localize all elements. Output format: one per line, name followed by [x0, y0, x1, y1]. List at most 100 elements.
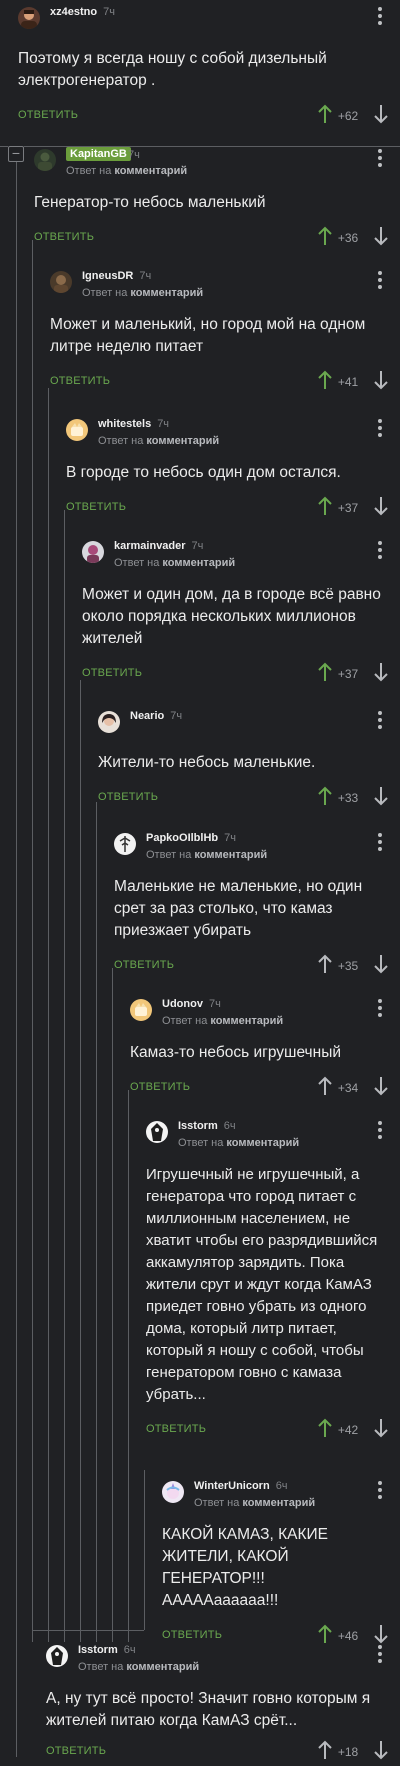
thread-line[interactable] — [96, 802, 97, 1642]
user-avatar-icon[interactable] — [50, 271, 72, 293]
downvote-icon[interactable] — [374, 954, 388, 974]
comment-text: А, ну тут всё просто! Значит говно котор… — [46, 1690, 371, 1729]
more-options-icon[interactable] — [378, 1121, 382, 1139]
comment-author[interactable]: xz4estno 7ч — [50, 6, 115, 18]
comment-time: 6ч — [223, 1120, 236, 1132]
more-options-icon[interactable] — [378, 1481, 382, 1499]
user-avatar-icon[interactable] — [66, 419, 88, 441]
comment-author[interactable]: Neario 7ч — [130, 710, 182, 722]
more-options-icon[interactable] — [378, 541, 382, 559]
upvote-icon[interactable] — [318, 662, 332, 682]
thread-line[interactable] — [144, 1470, 145, 1630]
reply-button[interactable]: ОТВЕТИТЬ — [98, 791, 158, 803]
user-avatar-icon[interactable] — [18, 7, 40, 29]
comment-author[interactable]: karmainvader 7ч — [114, 540, 203, 552]
reply-to-link[interactable]: Ответ на комментарий — [82, 287, 203, 299]
reply-to-link[interactable]: Ответ на комментарий — [146, 849, 267, 861]
more-options-icon[interactable] — [378, 711, 382, 729]
comment-text: Может и маленький, но город мой на одном… — [50, 316, 366, 355]
thread-line[interactable] — [64, 510, 65, 1642]
comment-score: +34 — [337, 1081, 359, 1095]
thread-line[interactable] — [112, 968, 113, 1642]
downvote-icon[interactable] — [374, 1076, 388, 1096]
user-avatar-icon[interactable] — [146, 1121, 168, 1143]
reply-to-link[interactable]: Ответ на комментарий — [162, 1015, 283, 1027]
reply-button[interactable]: ОТВЕТИТЬ — [130, 1081, 190, 1093]
reply-to-link[interactable]: Ответ на комментарий — [194, 1497, 315, 1509]
user-avatar-icon[interactable] — [82, 541, 104, 563]
comment-time: 7ч — [191, 540, 204, 552]
downvote-icon[interactable] — [374, 226, 388, 246]
comment: Isstorm 6ч Ответ на комментарий А, ну тут… — [46, 1640, 400, 1766]
reply-to-link[interactable]: Ответ на комментарий — [114, 557, 235, 569]
comment-author[interactable]: Isstorm 6ч — [178, 1120, 236, 1132]
downvote-icon[interactable] — [374, 370, 388, 390]
comment-header: IgneusDR 7ч Ответ на комментарий — [50, 266, 400, 304]
user-avatar-icon[interactable] — [114, 833, 136, 855]
reply-button[interactable]: ОТВЕТИТЬ — [34, 231, 94, 243]
upvote-icon[interactable] — [318, 1740, 332, 1760]
more-options-icon[interactable] — [378, 7, 382, 25]
user-avatar-icon[interactable] — [130, 999, 152, 1021]
reply-to-link[interactable]: Ответ на комментарий — [98, 435, 219, 447]
reply-button[interactable]: ОТВЕТИТЬ — [82, 667, 142, 679]
reply-button[interactable]: ОТВЕТИТЬ — [146, 1423, 206, 1435]
collapse-thread-button[interactable]: − — [8, 146, 24, 162]
comment: Neario 7ч Жители-то небось маленькие. ОТВ… — [98, 706, 400, 812]
downvote-icon[interactable] — [374, 496, 388, 516]
thread-line[interactable] — [32, 240, 33, 1642]
reply-to-link[interactable]: Ответ на комментарий — [178, 1137, 299, 1149]
upvote-icon[interactable] — [318, 496, 332, 516]
comment-author[interactable]: PapkoOIlblHb 7ч — [146, 832, 236, 844]
comment-footer: ОТВЕТИТЬ +34 — [130, 1076, 400, 1102]
upvote-icon[interactable] — [318, 370, 332, 390]
thread-line — [0, 146, 8, 147]
thread-line[interactable] — [80, 680, 81, 1642]
user-avatar-icon[interactable] — [34, 149, 56, 171]
user-avatar-icon[interactable] — [162, 1481, 184, 1503]
downvote-icon[interactable] — [374, 786, 388, 806]
upvote-icon[interactable] — [318, 1418, 332, 1438]
comment-author[interactable]: Udonov 7ч — [162, 998, 221, 1010]
more-options-icon[interactable] — [378, 1645, 382, 1663]
upvote-icon[interactable] — [318, 786, 332, 806]
reply-to-link[interactable]: Ответ на комментарий — [66, 165, 187, 177]
comment: PapkoOIlblHb 7ч Ответ на комментарий Мале… — [114, 828, 400, 980]
user-avatar-icon[interactable] — [46, 1645, 68, 1667]
comment-author[interactable]: whitestels 7ч — [98, 418, 169, 430]
downvote-icon[interactable] — [374, 1740, 388, 1760]
reply-button[interactable]: ОТВЕТИТЬ — [50, 375, 110, 387]
upvote-icon[interactable] — [318, 954, 332, 974]
comment-author[interactable]: WinterUnicorn 6ч — [194, 1480, 288, 1492]
comment-footer: ОТВЕТИТЬ +62 — [18, 104, 400, 130]
thread-line[interactable] — [128, 1090, 129, 1642]
comment-author[interactable]: IgneusDR 7ч — [82, 270, 151, 282]
downvote-icon[interactable] — [374, 662, 388, 682]
more-options-icon[interactable] — [378, 419, 382, 437]
comment: karmainvader 7ч Ответ на комментарий Може… — [82, 536, 400, 688]
reply-button[interactable]: ОТВЕТИТЬ — [46, 1745, 106, 1757]
more-options-icon[interactable] — [378, 833, 382, 851]
reply-button[interactable]: ОТВЕТИТЬ — [114, 959, 174, 971]
downvote-icon[interactable] — [374, 1418, 388, 1438]
upvote-icon[interactable] — [318, 226, 332, 246]
comment-author[interactable]: KapitanGB — [66, 147, 131, 161]
comment-footer: ОТВЕТИТЬ +41 — [50, 370, 400, 396]
reply-to-link[interactable]: Ответ на комментарий — [78, 1661, 199, 1673]
comment-footer: ОТВЕТИТЬ +33 — [98, 786, 400, 812]
comment: WinterUnicorn 6ч Ответ на комментарий КАК… — [162, 1476, 400, 1650]
more-options-icon[interactable] — [378, 999, 382, 1017]
more-options-icon[interactable] — [378, 271, 382, 289]
reply-button[interactable]: ОТВЕТИТЬ — [18, 109, 78, 121]
comment-header: Isstorm 6ч Ответ на комментарий — [46, 1640, 400, 1678]
downvote-icon[interactable] — [374, 104, 388, 124]
upvote-icon[interactable] — [318, 104, 332, 124]
upvote-icon[interactable] — [318, 1076, 332, 1096]
reply-button[interactable]: ОТВЕТИТЬ — [66, 501, 126, 513]
more-options-icon[interactable] — [378, 149, 382, 167]
comment-author[interactable]: Isstorm 6ч — [78, 1644, 136, 1656]
comment-score: +42 — [337, 1423, 359, 1437]
thread-line[interactable] — [48, 388, 49, 1642]
thread-line[interactable] — [16, 162, 17, 1757]
user-avatar-icon[interactable] — [98, 711, 120, 733]
